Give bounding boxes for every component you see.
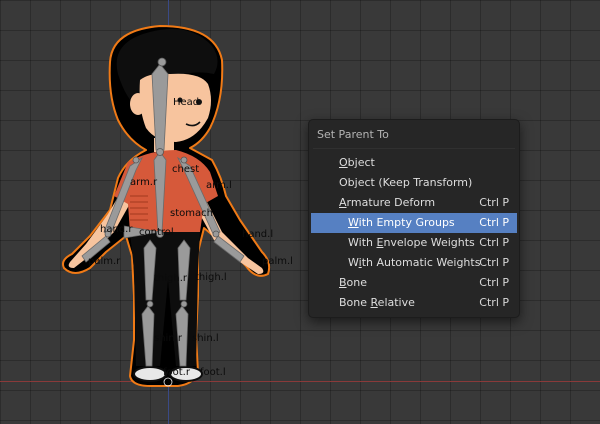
menu-item-label: Bone Relative bbox=[339, 296, 415, 309]
bone-label-thigh-r: thigh.r bbox=[154, 273, 188, 284]
bone-label-palm-l: palm.l bbox=[262, 256, 293, 267]
menu-item-label: With Envelope Weights bbox=[348, 236, 475, 249]
bone-label-hand-r: hand.r bbox=[100, 224, 133, 235]
menu-item-label: Object bbox=[339, 156, 375, 169]
menu-item-with-automatic-weights[interactable]: With Automatic Weights Ctrl P bbox=[311, 253, 517, 273]
menu-item-shortcut: Ctrl P bbox=[479, 236, 509, 249]
bone-label-arm-l: arm.l bbox=[206, 180, 232, 191]
menu-item-bone-relative[interactable]: Bone Relative Ctrl P bbox=[311, 293, 517, 313]
menu-item-label: Bone bbox=[339, 276, 368, 289]
menu-item-label: With Automatic Weights bbox=[348, 256, 481, 269]
menu-item-object[interactable]: Object bbox=[311, 153, 517, 173]
bone-label-head: Head bbox=[173, 97, 200, 108]
menu-item-shortcut: Ctrl P bbox=[479, 276, 509, 289]
bone-label-hand-l: hand.l bbox=[242, 229, 274, 240]
menu-item-label: Armature Deform bbox=[339, 196, 436, 209]
menu-item-shortcut: Ctrl P bbox=[479, 216, 509, 229]
bone-label-foot-l: foot.l bbox=[200, 367, 226, 378]
menu-title: Set Parent To bbox=[317, 128, 389, 141]
bone-label-arm-r: arm.r bbox=[130, 177, 158, 188]
menu-item-armature-deform[interactable]: Armature Deform Ctrl P bbox=[311, 193, 517, 213]
bone-label-palm-r: palm.r bbox=[88, 256, 121, 267]
menu-item-shortcut: Ctrl P bbox=[479, 196, 509, 209]
set-parent-menu[interactable]: Set Parent To Object Object (Keep Transf… bbox=[308, 119, 520, 318]
menu-item-shortcut: Ctrl P bbox=[479, 256, 509, 269]
menu-item-with-envelope-weights[interactable]: With Envelope Weights Ctrl P bbox=[311, 233, 517, 253]
ear bbox=[130, 93, 146, 115]
menu-item-bone[interactable]: Bone Ctrl P bbox=[311, 273, 517, 293]
menu-item-with-empty-groups[interactable]: With Empty Groups Ctrl P bbox=[311, 213, 517, 233]
shoe-right bbox=[133, 366, 167, 382]
bone-label-control: control bbox=[139, 227, 174, 238]
menu-item-shortcut: Ctrl P bbox=[479, 296, 509, 309]
bone-label-chest: chest bbox=[172, 164, 200, 175]
menu-item-object-keep-transform[interactable]: Object (Keep Transform) bbox=[311, 173, 517, 193]
bone-label-thigh-l: thigh.l bbox=[195, 272, 227, 283]
bone-label-foot-r: foot.r bbox=[163, 367, 190, 378]
menu-item-label: Object (Keep Transform) bbox=[339, 176, 473, 189]
bone-label-stomach: stomach bbox=[170, 208, 213, 219]
bone-label-shin-r: shin.r bbox=[154, 333, 182, 344]
bone-label-shin-l: shin.l bbox=[192, 333, 219, 344]
menu-separator bbox=[313, 148, 515, 149]
menu-item-label: With Empty Groups bbox=[348, 216, 455, 229]
